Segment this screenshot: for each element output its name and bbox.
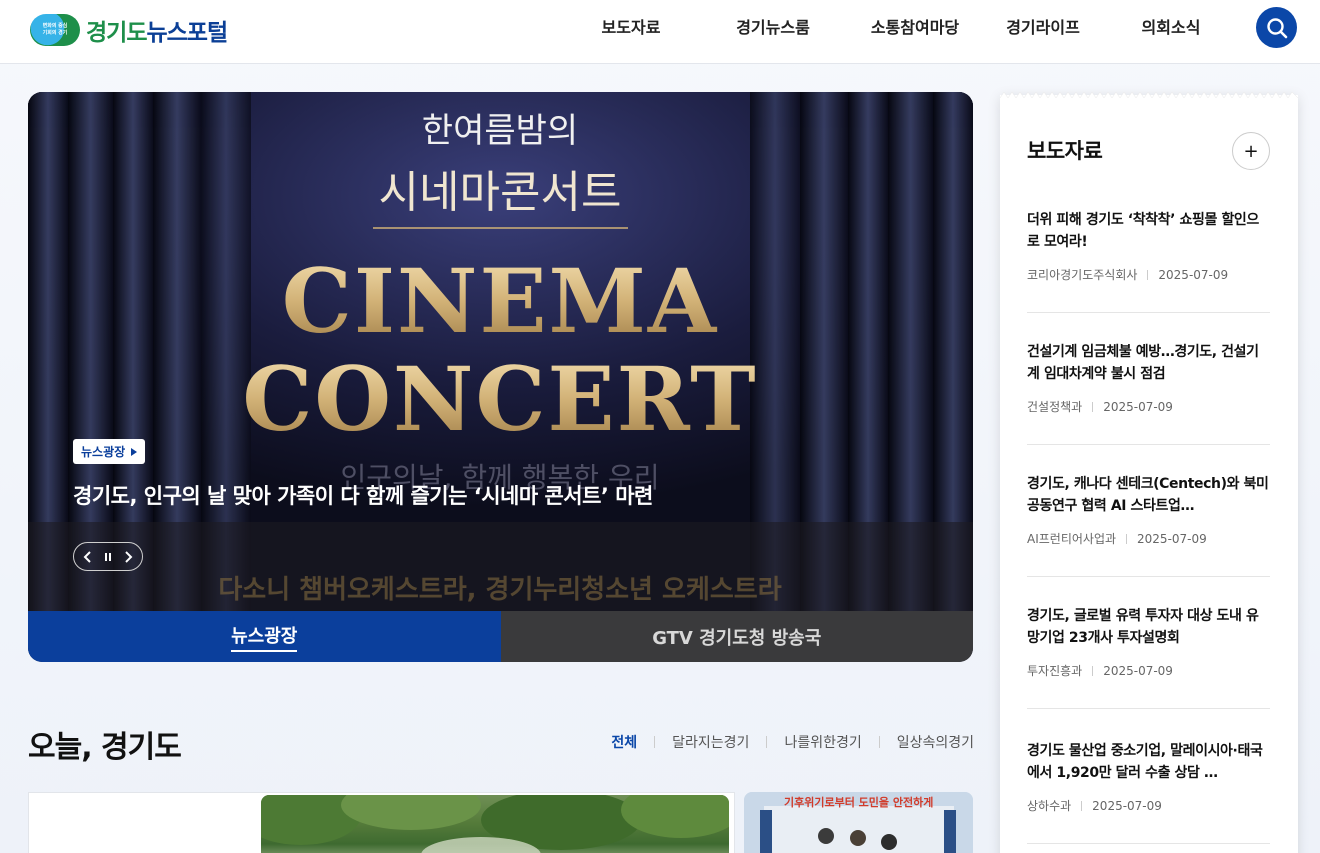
press-item-title: 경기도, 글로벌 유력 투자자 대상 도내 유망기업 23개사 투자설명회	[1027, 608, 1259, 646]
press-release-panel: 보도자료 + 더위 피해 경기도 ‘착착착’ 쇼핑몰 할인으로 모여라! 코리아…	[1000, 92, 1298, 853]
tab-news-square[interactable]: 뉴스광장	[28, 611, 501, 662]
plus-icon: +	[1243, 140, 1259, 162]
press-item-title: 경기도 물산업 중소기업, 말레이시아·태국에서 1,920만 달러 수출 상담…	[1027, 743, 1263, 781]
press-item[interactable]: 더위 피해 경기도 ‘착착착’ 쇼핑몰 할인으로 모여라! 코리아경기도주식회사…	[1027, 209, 1270, 313]
search-icon	[1266, 17, 1287, 38]
card-thumbnail	[261, 795, 729, 853]
pause-icon	[105, 552, 111, 561]
slider-controls	[73, 542, 143, 571]
poster-line6: 다소니 챔버오케스트라, 경기누리청소년 오케스트라	[218, 575, 781, 605]
tab-gtv-label: GTV 경기도청 방송국	[652, 627, 822, 649]
press-item-meta: 건설정책과 2025-07-09	[1027, 398, 1270, 415]
hero-slider: 한여름밤의 시네마콘서트 CINEMA CONCERT 인구의날, 함께 행복한…	[28, 92, 973, 662]
nav-council[interactable]: 의회소식	[1100, 0, 1242, 64]
logo-wordmark: 경기도뉴스포털	[86, 13, 228, 47]
press-item-meta: 상하수과 2025-07-09	[1027, 797, 1270, 814]
poster-line4: CONCERT	[242, 347, 757, 451]
press-item-meta: 코리아경기도주식회사 2025-07-09	[1027, 266, 1270, 283]
poster-line2: 시네마콘서트	[379, 167, 622, 218]
press-item-meta: AI프런티어사업과 2025-07-09	[1027, 530, 1270, 547]
divider	[878, 736, 880, 748]
prev-slide-button[interactable]	[79, 547, 97, 567]
pause-slide-button[interactable]	[99, 547, 117, 567]
logo-emblem: 변화의 중심 기회의 경기	[30, 14, 80, 46]
site-header: 변화의 중심 기회의 경기 경기도뉴스포털 보도자료 경기뉴스룸 소통참여마당 …	[0, 0, 1320, 64]
hero-caption[interactable]: 경기도, 인구의 날 맞아 가족이 다 함께 즐기는 ‘시네마 콘서트’ 마련	[73, 480, 653, 510]
hero-tabs: 뉴스광장 GTV 경기도청 방송국	[28, 611, 973, 662]
press-panel-title: 보도자료	[1027, 139, 1103, 163]
zigzag-edge	[1000, 92, 1298, 98]
divider	[654, 736, 656, 748]
press-item-date: 2025-07-09	[1103, 399, 1173, 414]
nav-newsroom[interactable]: 경기뉴스룸	[702, 0, 844, 64]
nav-life[interactable]: 경기라이프	[986, 0, 1100, 64]
today-section-title: 오늘, 경기도	[28, 730, 182, 765]
press-item-date: 2025-07-09	[1092, 798, 1162, 813]
press-item-meta: 투자진흥과 2025-07-09	[1027, 662, 1270, 679]
hero-badge-label: 뉴스광장	[81, 445, 126, 459]
forest-image	[261, 795, 729, 853]
press-item-date: 2025-07-09	[1103, 663, 1173, 678]
press-item-dept: 투자진흥과	[1027, 664, 1083, 678]
main-nav: 보도자료 경기뉴스룸 소통참여마당 경기라이프 의회소식	[560, 0, 1242, 64]
hero-category-badge[interactable]: 뉴스광장	[73, 439, 146, 464]
press-item-date: 2025-07-09	[1158, 267, 1229, 282]
site-logo[interactable]: 변화의 중심 기회의 경기 경기도뉴스포털	[30, 13, 228, 47]
today-card-secondary[interactable]: 기후위기로부터 도민을 안전하게	[744, 792, 973, 853]
logo-text-blue: 뉴스포털	[146, 20, 228, 46]
press-item[interactable]: 경기도 물산업 중소기업, 말레이시아·태국에서 1,920만 달러 수출 상담…	[1027, 740, 1270, 844]
filter-changing[interactable]: 달라지는경기	[672, 732, 749, 752]
hero-slide-image[interactable]: 한여름밤의 시네마콘서트 CINEMA CONCERT 인구의날, 함께 행복한…	[28, 92, 973, 611]
press-item[interactable]: 경기도, 캐나다 센테크(Centech)와 북미 공동연구 협력 AI 스타트…	[1027, 473, 1270, 577]
tab-news-square-label: 뉴스광장	[231, 622, 298, 652]
search-button[interactable]	[1256, 7, 1297, 48]
filter-all[interactable]: 전체	[611, 732, 637, 752]
nav-press-release[interactable]: 보도자료	[560, 0, 702, 64]
today-card-featured[interactable]	[28, 792, 735, 853]
press-item[interactable]: 건설기계 임금체불 예방…경기도, 건설기계 임대차계약 불시 점검 건설정책과…	[1027, 341, 1270, 445]
poster-line1: 한여름밤의	[422, 111, 578, 151]
chevron-right-icon	[125, 550, 133, 563]
filter-for-me[interactable]: 나를위한경기	[784, 732, 861, 752]
logo-text-green: 경기도	[86, 20, 147, 46]
today-filter-tabs: 전체 달라지는경기 나를위한경기 일상속의경기	[611, 732, 974, 752]
chevron-left-icon	[83, 550, 91, 563]
press-item-dept: AI프런티어사업과	[1027, 532, 1117, 546]
press-item[interactable]: 경기도, 글로벌 유력 투자자 대상 도내 유망기업 23개사 투자설명회 투자…	[1027, 605, 1270, 709]
press-item-dept: 상하수과	[1027, 799, 1072, 813]
poster-line3: CINEMA	[282, 249, 718, 353]
press-item-date: 2025-07-09	[1137, 531, 1207, 546]
next-slide-button[interactable]	[119, 547, 137, 567]
filter-daily[interactable]: 일상속의경기	[897, 732, 974, 752]
banner-text: 기후위기로부터 도민을 안전하게	[784, 796, 934, 809]
press-item-title: 더위 피해 경기도 ‘착착착’ 쇼핑몰 할인으로 모여라!	[1027, 212, 1259, 250]
nav-participation[interactable]: 소통참여마당	[844, 0, 986, 64]
logo-badge-text: 변화의 중심 기회의 경기	[42, 23, 68, 36]
divider	[766, 736, 768, 748]
press-item-dept: 건설정책과	[1027, 400, 1083, 414]
tab-gtv[interactable]: GTV 경기도청 방송국	[500, 611, 973, 662]
press-item-title: 건설기계 임금체불 예방…경기도, 건설기계 임대차계약 불시 점검	[1027, 344, 1259, 382]
more-button[interactable]: +	[1232, 132, 1270, 170]
press-item-title: 경기도, 캐나다 센테크(Centech)와 북미 공동연구 협력 AI 스타트…	[1027, 476, 1269, 514]
play-arrow-icon	[131, 447, 138, 456]
press-item-dept: 코리아경기도주식회사	[1027, 268, 1138, 282]
